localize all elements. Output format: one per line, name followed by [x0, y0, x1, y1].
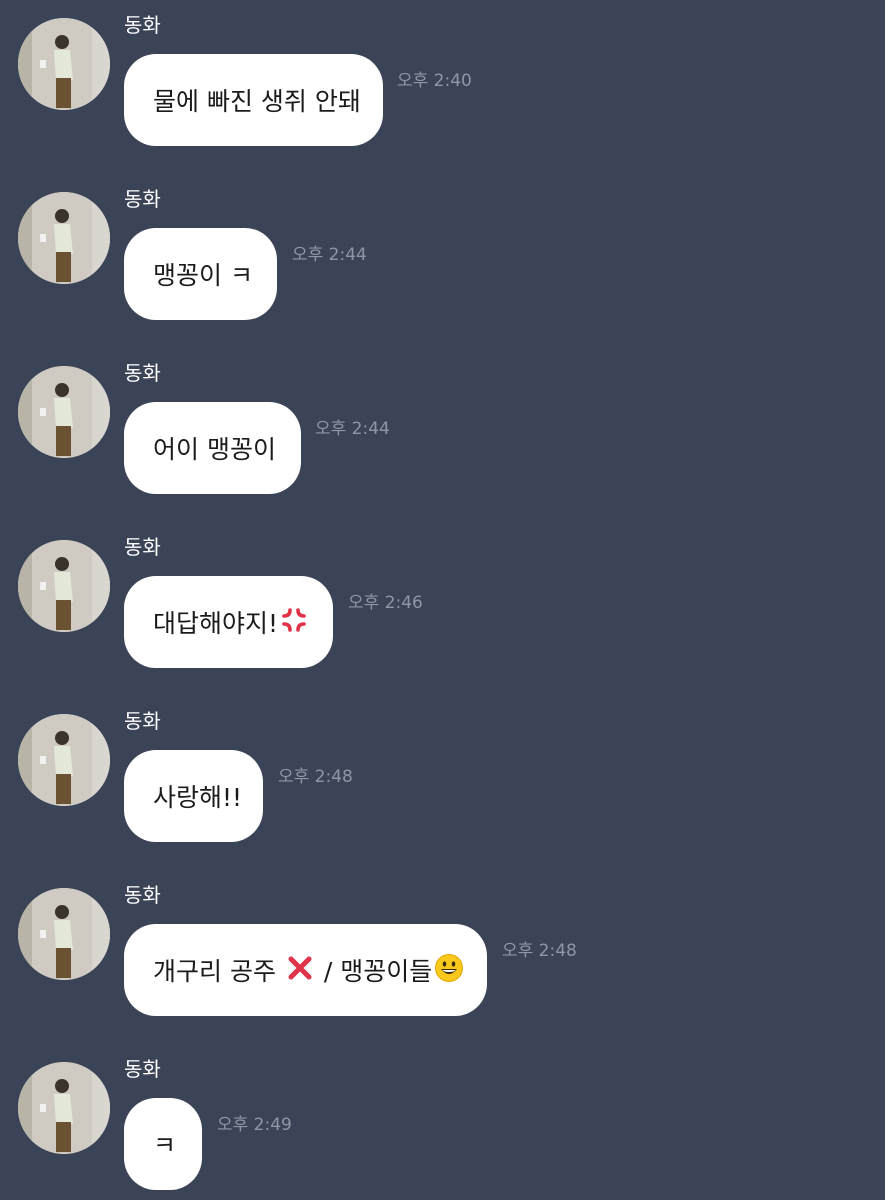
message-text-after: / 맹꽁이들 [315, 957, 433, 986]
sender-name: 동화 [124, 1057, 161, 1081]
sender-name: 동화 [124, 187, 161, 211]
sender-avatar[interactable] [18, 18, 110, 110]
sender-avatar[interactable] [18, 888, 110, 980]
sender-name: 동화 [124, 709, 161, 733]
message-time: 오후 2:40 [397, 71, 472, 91]
message-row: 동화 맹꽁이 ㅋ 오후 2:44 [0, 174, 885, 324]
message-row: 동화 ㅋ 오후 2:49 [0, 1044, 885, 1194]
cross-mark-icon [286, 954, 314, 986]
sender-name: 동화 [124, 13, 161, 37]
message-text: 맹꽁이 ㅋ [153, 261, 253, 290]
sender-avatar[interactable] [18, 366, 110, 458]
message-text-before: 개구리 공주 [153, 957, 284, 986]
message-bubble[interactable]: ㅋ [124, 1098, 202, 1190]
message-time: 오후 2:49 [217, 1115, 292, 1135]
message-time: 오후 2:46 [348, 593, 423, 613]
message-bubble[interactable]: 물에 빠진 생쥐 안돼 [124, 54, 383, 146]
sender-name: 동화 [124, 535, 161, 559]
message-bubble[interactable]: 대답해야지! [124, 576, 333, 668]
grinning-face-icon [434, 953, 464, 987]
sender-avatar[interactable] [18, 1062, 110, 1154]
message-bubble[interactable]: 개구리 공주 / 맹꽁이들 [124, 924, 487, 1016]
message-row: 동화 개구리 공주 / 맹꽁이들 오후 2:48 [0, 870, 885, 1020]
message-time: 오후 2:48 [278, 767, 353, 787]
message-row: 동화 사랑해!! 오후 2:48 [0, 696, 885, 846]
anger-symbol-icon [280, 606, 308, 638]
message-text: ㅋ [153, 1131, 177, 1160]
message-text: 대답해야지! [153, 609, 279, 638]
message-bubble[interactable]: 어이 맹꽁이 [124, 402, 301, 494]
sender-avatar[interactable] [18, 540, 110, 632]
message-text: 물에 빠진 생쥐 안돼 [153, 87, 361, 116]
message-time: 오후 2:48 [502, 941, 577, 961]
message-text: 어이 맹꽁이 [153, 435, 276, 464]
sender-avatar[interactable] [18, 714, 110, 806]
sender-avatar[interactable] [18, 192, 110, 284]
sender-name: 동화 [124, 883, 161, 907]
sender-name: 동화 [124, 361, 161, 385]
message-row: 동화 어이 맹꽁이 오후 2:44 [0, 348, 885, 498]
message-text: 사랑해!! [153, 783, 243, 812]
message-time: 오후 2:44 [292, 245, 367, 265]
message-row: 동화 물에 빠진 생쥐 안돼 오후 2:40 [0, 0, 885, 150]
message-row: 동화 대답해야지! 오후 2:46 [0, 522, 885, 672]
message-time: 오후 2:44 [315, 419, 390, 439]
message-bubble[interactable]: 사랑해!! [124, 750, 263, 842]
message-bubble[interactable]: 맹꽁이 ㅋ [124, 228, 277, 320]
